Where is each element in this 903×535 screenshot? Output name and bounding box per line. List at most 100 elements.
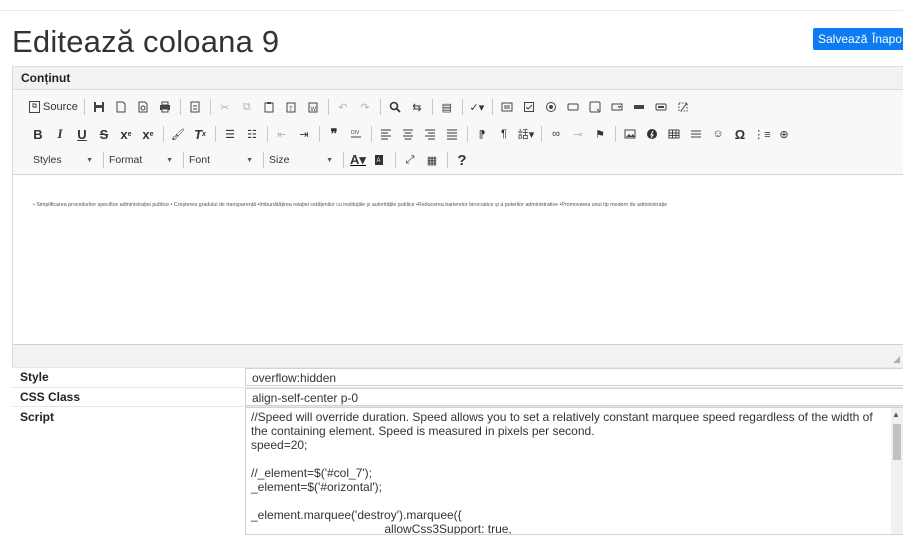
blockquote-icon[interactable]: ❞ [325,125,343,143]
rich-text-editor: ⧉ Source ✂ ⧉ T W ↶ ↷ ⇆ ▤ ✓▾ B I U S x e … [13,90,903,368]
cut-icon[interactable]: ✂ [216,98,234,116]
templates-icon[interactable] [186,98,204,116]
panel-heading: Conținut [21,71,71,85]
editor-content: • Simplificarea procedurilor specifice a… [33,202,903,208]
script-code: //Speed will override duration. Speed al… [251,410,873,535]
find-icon[interactable] [386,98,404,116]
top-divider [0,10,903,11]
editor-toolbar: ⧉ Source ✂ ⧉ T W ↶ ↷ ⇆ ▤ ✓▾ B I U S x e … [13,90,903,175]
div-container-icon[interactable]: DIV [347,125,365,143]
script-scrollbar[interactable]: ▲ [891,408,903,534]
italic-icon[interactable]: I [51,125,69,143]
resize-handle-icon[interactable]: ◢ [893,354,900,365]
svg-text:T: T [289,107,293,113]
styles-combo[interactable]: Styles ▼ [29,151,93,169]
subscript-icon[interactable]: xe [117,125,135,143]
chevron-down-icon: ▼ [246,156,253,164]
image-button-icon[interactable] [652,98,670,116]
scroll-up-icon[interactable]: ▲ [892,410,900,419]
table-icon[interactable] [665,125,683,143]
redo-icon[interactable]: ↷ [356,98,374,116]
align-right-icon[interactable] [421,125,439,143]
iframe-icon[interactable]: ⊕ [775,125,793,143]
paste-word-icon[interactable]: W [304,98,322,116]
form-icon[interactable] [498,98,516,116]
chevron-down-icon: ▼ [166,156,173,164]
replace-icon[interactable]: ⇆ [408,98,426,116]
checkbox-icon[interactable] [520,98,538,116]
svg-text:DIV: DIV [351,130,360,136]
source-button[interactable]: ⧉ Source [29,101,78,113]
text-field-icon[interactable] [564,98,582,116]
new-page-icon[interactable] [112,98,130,116]
bold-icon[interactable]: B [29,125,47,143]
format-combo[interactable]: Format ▼ [109,151,173,169]
style-label: Style [20,370,49,384]
select-field-icon[interactable] [608,98,626,116]
ltr-icon[interactable]: ⁋ [473,125,491,143]
page-title: Editează coloana 9 [12,24,280,59]
link-icon[interactable]: ∞ [547,125,565,143]
svg-text:A: A [377,158,381,164]
image-icon[interactable] [621,125,639,143]
select-all-icon[interactable]: ▤ [438,98,456,116]
style-input[interactable]: overflow:hidden [245,368,903,386]
underline-icon[interactable]: U [73,125,91,143]
chevron-down-icon: ▼ [86,156,93,164]
back-button[interactable]: Înapo [869,28,903,50]
help-icon[interactable]: ? [453,151,471,169]
align-center-icon[interactable] [399,125,417,143]
chevron-down-icon: ▼ [326,156,333,164]
spellcheck-icon[interactable]: ✓▾ [468,98,486,116]
smiley-icon[interactable]: ☺ [709,125,727,143]
paste-icon[interactable] [260,98,278,116]
superscript-icon[interactable]: xe [139,125,157,143]
copy-format-icon[interactable]: 🖌 [169,125,187,143]
remove-format-icon[interactable]: Tx [191,125,209,143]
indent-icon[interactable]: ⇥ [295,125,313,143]
paste-text-icon[interactable]: T [282,98,300,116]
font-label: Font [189,154,211,166]
source-icon: ⧉ [29,101,40,113]
size-label: Size [269,154,290,166]
save-button[interactable]: Salvează [813,28,875,50]
textarea-icon[interactable] [586,98,604,116]
language-icon[interactable]: 話▾ [517,125,535,143]
editor-status-bar: ◢ [13,344,903,368]
unlink-icon[interactable]: ⊸ [569,125,587,143]
button-field-icon[interactable] [630,98,648,116]
anchor-icon[interactable]: ⚑ [591,125,609,143]
format-label: Format [109,154,143,166]
page-break-icon[interactable]: ⋮≡ [753,125,771,143]
undo-icon[interactable]: ↶ [334,98,352,116]
svg-text:W: W [310,107,316,113]
script-textarea[interactable]: //Speed will override duration. Speed al… [245,407,903,535]
strikethrough-icon[interactable]: S [95,125,113,143]
horizontal-line-icon[interactable] [687,125,705,143]
rtl-icon[interactable]: ¶ [495,125,513,143]
background-color-icon[interactable]: A [371,151,389,169]
size-combo[interactable]: Size ▼ [269,151,333,169]
preview-icon[interactable] [134,98,152,116]
flash-icon[interactable] [643,125,661,143]
css-class-input[interactable]: align-self-center p-0 [245,388,903,406]
outdent-icon[interactable]: ⇤ [273,125,291,143]
print-icon[interactable] [156,98,174,116]
editor-content-area[interactable]: • Simplificarea procedurilor specifice a… [13,175,903,343]
bulleted-list-icon[interactable]: ☷ [243,125,261,143]
scroll-thumb[interactable] [893,424,901,460]
font-combo[interactable]: Font ▼ [189,151,253,169]
align-justify-icon[interactable] [443,125,461,143]
hidden-field-icon[interactable] [674,98,692,116]
show-blocks-icon[interactable]: ▦ [423,151,441,169]
save-doc-icon[interactable] [90,98,108,116]
align-left-icon[interactable] [377,125,395,143]
styles-label: Styles [33,154,62,166]
numbered-list-icon[interactable]: ☰ [221,125,239,143]
special-char-icon[interactable]: Ω [731,125,749,143]
copy-icon[interactable]: ⧉ [238,98,256,116]
css-class-label: CSS Class [20,390,81,404]
text-color-icon[interactable]: A▾ [349,151,367,169]
radio-icon[interactable] [542,98,560,116]
maximize-icon[interactable]: ⤢ [401,151,419,169]
